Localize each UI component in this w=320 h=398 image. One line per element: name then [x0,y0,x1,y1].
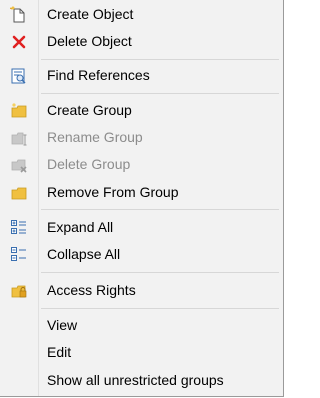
menu-item-label: Remove From Group [47,184,179,200]
menu-item-label: Delete Group [47,156,131,172]
expand-all-icon [0,214,38,241]
new-document-icon [0,1,38,28]
menu-separator [41,93,279,94]
menu-item-edit[interactable]: Edit [0,339,283,366]
menu-item-label: Rename Group [47,129,143,145]
menu-item-label: Delete Object [47,33,132,49]
menu-item-show-all-unrestricted-groups[interactable]: Show all unrestricted groups [0,367,283,394]
menu-item-label: Access Rights [47,282,136,298]
menu-item-label: View [47,317,78,333]
menu-item-label: Collapse All [47,246,121,262]
delete-folder-icon [0,151,38,178]
rename-folder-icon [0,124,38,151]
menu-item-label: Edit [47,344,72,360]
menu-item-find-references[interactable]: Find References [0,62,283,89]
menu-separator [41,308,279,309]
menu-item-label: Expand All [47,219,114,235]
menu-item-rename-group[interactable]: Rename Group [0,124,283,151]
folder-icon [0,179,38,206]
menu-item-label: Create Group [47,102,132,118]
menu-item-remove-from-group[interactable]: Remove From Group [0,179,283,206]
locked-folder-icon [0,277,38,304]
collapse-all-icon [0,241,38,268]
red-x-delete-icon [0,28,38,55]
menu-item-delete-group[interactable]: Delete Group [0,151,283,178]
menu-item-create-group[interactable]: Create Group [0,97,283,124]
new-folder-icon [0,97,38,124]
menu-item-label: Find References [47,67,150,83]
menu-item-label: Create Object [47,6,134,22]
menu-separator [41,272,279,273]
menu-separator [41,59,279,60]
menu-item-delete-object[interactable]: Delete Object [0,28,283,55]
context-menu: Create Object Delete Object Find Referen… [0,0,284,397]
menu-item-expand-all[interactable]: Expand All [0,214,283,241]
menu-item-access-rights[interactable]: Access Rights [0,277,283,304]
menu-item-create-object[interactable]: Create Object [0,1,283,28]
menu-separator [41,209,279,210]
menu-item-view[interactable]: View [0,312,283,339]
menu-item-label: Show all unrestricted groups [47,372,224,388]
find-references-icon [0,62,38,89]
menu-item-collapse-all[interactable]: Collapse All [0,241,283,268]
